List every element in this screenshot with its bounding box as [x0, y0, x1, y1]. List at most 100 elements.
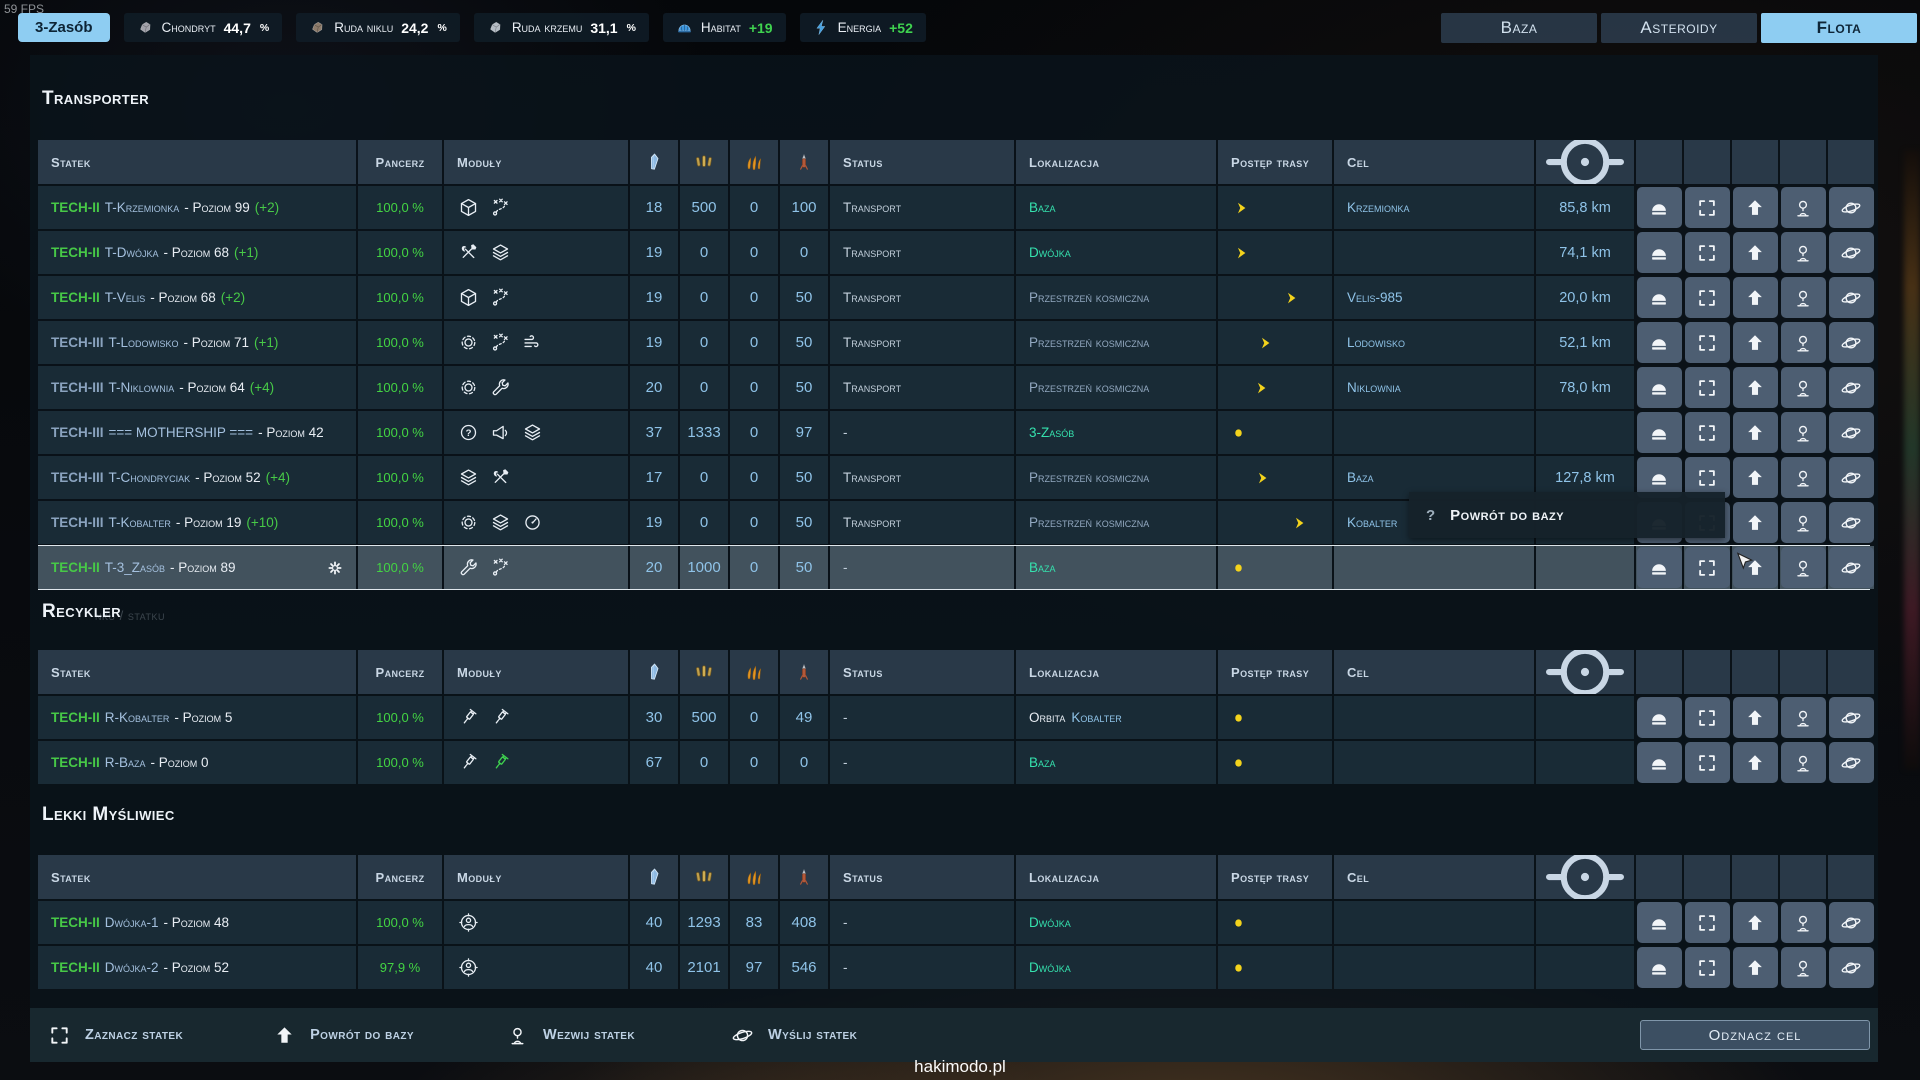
ship-row[interactable]: TECH-IIT-Velis- Poziom 68(+2)100,0 %1900…: [38, 276, 1870, 319]
select-ship-button[interactable]: [1685, 322, 1730, 363]
column-header-lokalizacja: Lokalizacja: [1016, 650, 1216, 694]
ship-row[interactable]: TECH-IIR-Kobalter- Poziom 5100,0 %305000…: [38, 696, 1870, 739]
legend-call[interactable]: Wezwij statek: [506, 1024, 635, 1047]
call-ship-button[interactable]: [1781, 742, 1826, 783]
action-cell: [1780, 411, 1826, 454]
route-progress-cell: [1218, 366, 1332, 409]
return-to-base-button[interactable]: [1733, 277, 1778, 318]
send-ship-button[interactable]: [1829, 322, 1874, 363]
send-ship-button[interactable]: [1829, 187, 1874, 228]
ship-row[interactable]: TECH-IIDwójka-2- Poziom 5297,9 %40210197…: [38, 946, 1870, 989]
send-ship-button[interactable]: [1829, 947, 1874, 988]
ship-level-bonus: (+1): [254, 335, 278, 350]
return-to-base-button[interactable]: [1733, 502, 1778, 543]
dock-ship-button[interactable]: [1637, 187, 1682, 228]
call-ship-button[interactable]: [1781, 947, 1826, 988]
legend-select[interactable]: Zaznacz statek: [48, 1024, 183, 1047]
progress-arrow-icon: [1233, 199, 1250, 216]
call-ship-button[interactable]: [1781, 232, 1826, 273]
dock-ship-button[interactable]: [1637, 367, 1682, 408]
send-ship-button[interactable]: [1829, 277, 1874, 318]
legend-planet[interactable]: Wyślij statek: [731, 1024, 857, 1047]
ship-row[interactable]: TECH-IIT-3_Zasób- Poziom 89100,0 %201000…: [38, 546, 1870, 589]
call-ship-button[interactable]: [1781, 412, 1826, 453]
select-ship-button[interactable]: [1685, 187, 1730, 228]
legend-home[interactable]: Powrót do bazy: [273, 1024, 414, 1047]
call-ship-button[interactable]: [1781, 367, 1826, 408]
select-ship-button[interactable]: [1685, 742, 1730, 783]
select-ship-button[interactable]: [1685, 947, 1730, 988]
dock-ship-button[interactable]: [1637, 277, 1682, 318]
select-ship-button[interactable]: [1685, 367, 1730, 408]
ship-level-bonus: (+2): [221, 290, 245, 305]
call-ship-button[interactable]: [1781, 322, 1826, 363]
send-ship-button[interactable]: [1829, 902, 1874, 943]
ship-row[interactable]: TECH-III=== MOTHERSHIP ===- Poziom 42100…: [38, 411, 1870, 454]
send-ship-button[interactable]: [1829, 547, 1874, 588]
select-ship-button[interactable]: [1685, 232, 1730, 273]
select-icon: [1696, 912, 1718, 934]
select-ship-button[interactable]: [1685, 697, 1730, 738]
route-progress-cell: [1218, 231, 1332, 274]
select-ship-button[interactable]: [1685, 547, 1730, 588]
dock-ship-button[interactable]: [1637, 232, 1682, 273]
call-ship-button[interactable]: [1781, 547, 1826, 588]
return-to-base-button[interactable]: [1733, 947, 1778, 988]
ship-row[interactable]: TECH-IIIT-Lodowisko- Poziom 71(+1)100,0 …: [38, 321, 1870, 364]
return-to-base-button[interactable]: [1733, 697, 1778, 738]
ship-row[interactable]: TECH-IIT-Krzemionka- Poziom 99(+2)100,0 …: [38, 186, 1870, 229]
ship-name: T-3_Zasób: [105, 560, 165, 575]
return-to-base-button[interactable]: [1733, 412, 1778, 453]
ammo-bullets-icon: [694, 662, 714, 682]
dock-ship-button[interactable]: [1637, 947, 1682, 988]
tab-baza[interactable]: Baza: [1441, 13, 1597, 43]
column-header-ammo: [630, 650, 678, 694]
return-to-base-button[interactable]: [1733, 902, 1778, 943]
return-to-base-button[interactable]: [1733, 457, 1778, 498]
return-to-base-button[interactable]: [1733, 322, 1778, 363]
call-ship-button[interactable]: [1781, 277, 1826, 318]
select-ship-button[interactable]: [1685, 902, 1730, 943]
call-ship-button[interactable]: [1781, 902, 1826, 943]
dock-ship-button[interactable]: [1637, 412, 1682, 453]
send-ship-button[interactable]: [1829, 367, 1874, 408]
return-to-base-button[interactable]: [1733, 367, 1778, 408]
send-ship-button[interactable]: [1829, 502, 1874, 543]
send-ship-button[interactable]: [1829, 697, 1874, 738]
armor-cell: 100,0 %: [358, 456, 442, 499]
gear-icon[interactable]: [326, 559, 344, 577]
dock-ship-button[interactable]: [1637, 902, 1682, 943]
send-ship-button[interactable]: [1829, 232, 1874, 273]
ship-row[interactable]: TECH-IIIT-Niklownia- Poziom 64(+4)100,0 …: [38, 366, 1870, 409]
modules-cell: [444, 946, 628, 989]
send-ship-button[interactable]: [1829, 457, 1874, 498]
ship-name: R-Kobalter: [105, 710, 170, 725]
armor-cell: 100,0 %: [358, 741, 442, 784]
dock-ship-button[interactable]: [1637, 697, 1682, 738]
ship-row[interactable]: TECH-IIR-Baza- Poziom 0100,0 %67000-Baza: [38, 741, 1870, 784]
tab-asteroidy[interactable]: Asteroidy: [1601, 13, 1757, 43]
select-ship-button[interactable]: [1685, 412, 1730, 453]
tab-flota[interactable]: Flota: [1761, 13, 1917, 43]
base-selector-chip[interactable]: 3-Zasób: [18, 13, 110, 42]
ship-row[interactable]: TECH-IIDwójka-1- Poziom 48100,0 %4012938…: [38, 901, 1870, 944]
dock-ship-button[interactable]: [1637, 742, 1682, 783]
return-to-base-button[interactable]: [1733, 187, 1778, 228]
return-to-base-button[interactable]: [1733, 742, 1778, 783]
call-ship-button[interactable]: [1781, 697, 1826, 738]
dock-ship-button[interactable]: [1637, 322, 1682, 363]
call-ship-button[interactable]: [1781, 187, 1826, 228]
send-ship-button[interactable]: [1829, 742, 1874, 783]
ship-row[interactable]: TECH-IIT-Dwójka- Poziom 68(+1)100,0 %190…: [38, 231, 1870, 274]
ammo-crystal-icon: [644, 662, 664, 682]
call-icon: [1792, 422, 1814, 444]
call-ship-button[interactable]: [1781, 457, 1826, 498]
call-ship-button[interactable]: [1781, 502, 1826, 543]
return-to-base-button[interactable]: [1733, 232, 1778, 273]
send-ship-button[interactable]: [1829, 412, 1874, 453]
progress-arrow-icon: [1257, 334, 1274, 351]
home-icon: [1744, 752, 1766, 774]
deselect-target-button[interactable]: Odznacz cel: [1640, 1020, 1870, 1050]
dock-ship-button[interactable]: [1637, 547, 1682, 588]
select-ship-button[interactable]: [1685, 277, 1730, 318]
